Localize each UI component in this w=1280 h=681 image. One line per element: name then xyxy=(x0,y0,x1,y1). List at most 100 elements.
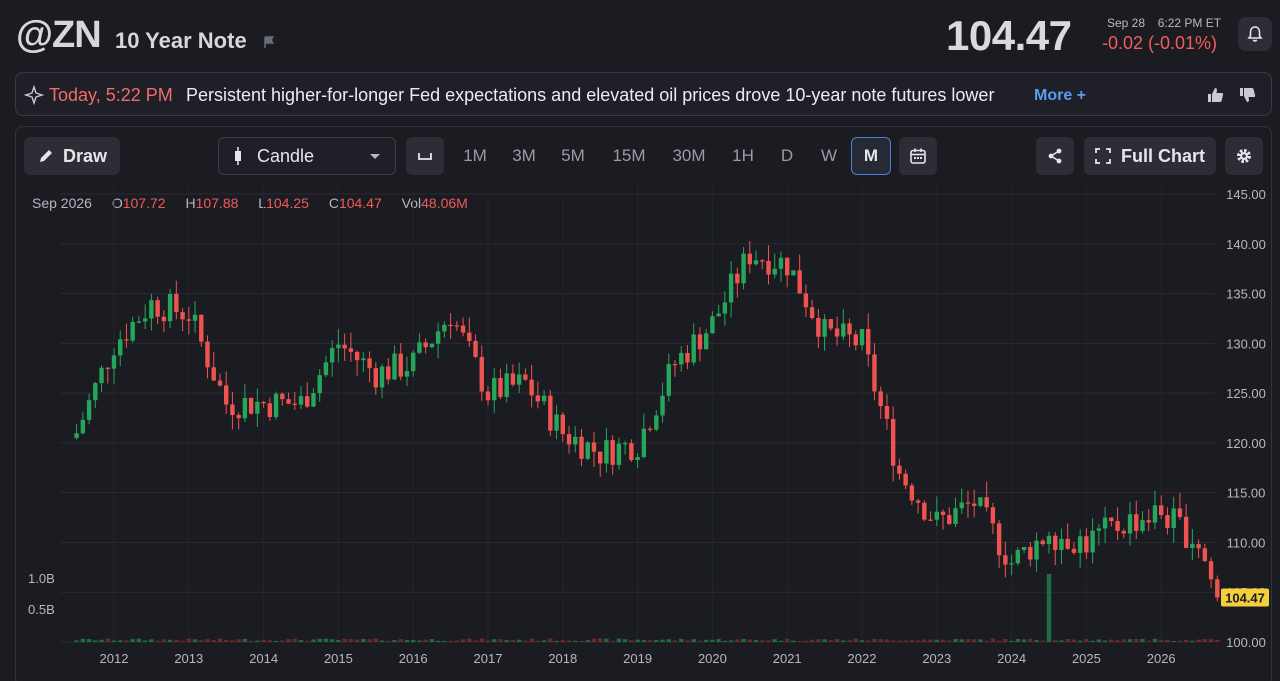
candle-body xyxy=(1190,544,1195,548)
volume-bar xyxy=(361,639,366,642)
volume-bar xyxy=(566,640,572,642)
candle-body xyxy=(1034,540,1039,560)
candle-body xyxy=(610,440,615,465)
volume-bar xyxy=(1140,638,1145,642)
candle-body xyxy=(1183,516,1189,548)
candle-body xyxy=(728,273,734,303)
x-tick-label: 2020 xyxy=(698,651,727,666)
volume-bar xyxy=(448,640,453,642)
candle-body xyxy=(1146,520,1151,523)
volume-bar xyxy=(859,640,865,642)
volume-bar xyxy=(654,639,659,642)
volume-bar xyxy=(329,639,335,642)
candle-body xyxy=(429,343,435,348)
volume-bar xyxy=(1090,640,1095,642)
volume-bar xyxy=(199,640,204,642)
candle-body xyxy=(142,318,148,322)
candle-body xyxy=(841,323,846,337)
volume-bar xyxy=(853,638,858,642)
volume-bar xyxy=(336,639,341,642)
candle-body xyxy=(492,378,497,401)
candle-body xyxy=(1065,538,1070,549)
candle-body xyxy=(940,511,946,515)
volume-bar xyxy=(398,639,403,642)
volume-bar xyxy=(317,638,322,642)
candle-body xyxy=(186,319,191,321)
volume-bar xyxy=(111,640,117,642)
volume-bar xyxy=(1208,639,1214,642)
volume-bar xyxy=(354,639,360,642)
volume-bar xyxy=(554,640,559,642)
candle-body xyxy=(934,511,939,520)
volume-bar xyxy=(959,639,964,642)
x-tick-label: 2026 xyxy=(1147,651,1176,666)
volume-bar xyxy=(118,640,123,642)
candle-body xyxy=(118,339,123,356)
candle-body xyxy=(616,443,622,465)
volume-bar xyxy=(953,639,958,642)
candle-body xyxy=(953,508,958,524)
candle-body xyxy=(1053,535,1058,550)
candle-body xyxy=(86,400,92,420)
volume-bar xyxy=(660,639,665,642)
candle-body xyxy=(392,353,397,380)
volume-bar xyxy=(915,640,921,642)
candle-body xyxy=(866,328,871,355)
volume-bar xyxy=(105,638,110,642)
x-tick-label: 2023 xyxy=(922,651,951,666)
volume-bar xyxy=(1196,639,1201,642)
y-tick-label: 130.00 xyxy=(1226,336,1266,351)
candle-body xyxy=(666,364,671,396)
candle-body xyxy=(622,443,628,445)
candle-body xyxy=(915,500,921,503)
volume-bar xyxy=(760,640,765,642)
candle-body xyxy=(442,324,447,332)
candle-body xyxy=(280,393,285,400)
volume-bar xyxy=(984,640,989,642)
volume-bar xyxy=(417,640,422,642)
volume-bar xyxy=(1021,639,1027,642)
volume-bar xyxy=(978,639,983,642)
candle-body xyxy=(716,313,721,317)
volume-bar xyxy=(841,640,846,642)
candle-body xyxy=(785,257,790,276)
candle-body xyxy=(984,497,989,508)
volume-bar xyxy=(224,639,229,642)
volume-bar xyxy=(155,640,160,642)
candle-body xyxy=(1121,530,1126,534)
volume-bar xyxy=(74,640,79,642)
candle-body xyxy=(267,403,273,417)
candle-body xyxy=(735,273,740,284)
volume-bar xyxy=(292,638,297,642)
volume-bar xyxy=(1046,574,1052,642)
candle-body xyxy=(305,396,310,407)
candle-body xyxy=(105,367,110,369)
candle-body xyxy=(411,352,416,372)
candle-body xyxy=(236,415,241,419)
candle-body xyxy=(504,373,509,397)
volume-bar xyxy=(803,640,809,642)
volume-bar xyxy=(1159,639,1164,642)
volume-bar xyxy=(1165,639,1170,642)
candle-body xyxy=(317,375,322,394)
candle-body xyxy=(111,355,117,369)
volume-bar xyxy=(535,640,541,642)
price-chart[interactable]: 145.00 140.00 135.00 130.00 125.00 120.00 115.… xyxy=(0,0,1280,681)
candle-body xyxy=(292,403,297,405)
volume-bar xyxy=(255,640,260,642)
volume-bar xyxy=(703,639,709,642)
volume-bar xyxy=(267,640,273,642)
candle-body xyxy=(560,414,565,435)
candle-body xyxy=(1028,547,1033,560)
volume-bar xyxy=(884,639,890,642)
y-tick-label: 120.00 xyxy=(1226,436,1266,451)
volume-bar xyxy=(174,639,179,642)
candle-body xyxy=(566,434,572,445)
volume-bar xyxy=(697,640,703,642)
candle-body xyxy=(1003,555,1008,565)
x-tick-label: 2018 xyxy=(548,651,577,666)
volume-bar xyxy=(741,639,746,642)
volume-bar xyxy=(1034,640,1039,642)
volume-bar xyxy=(280,640,285,642)
volume-bar xyxy=(822,639,827,642)
